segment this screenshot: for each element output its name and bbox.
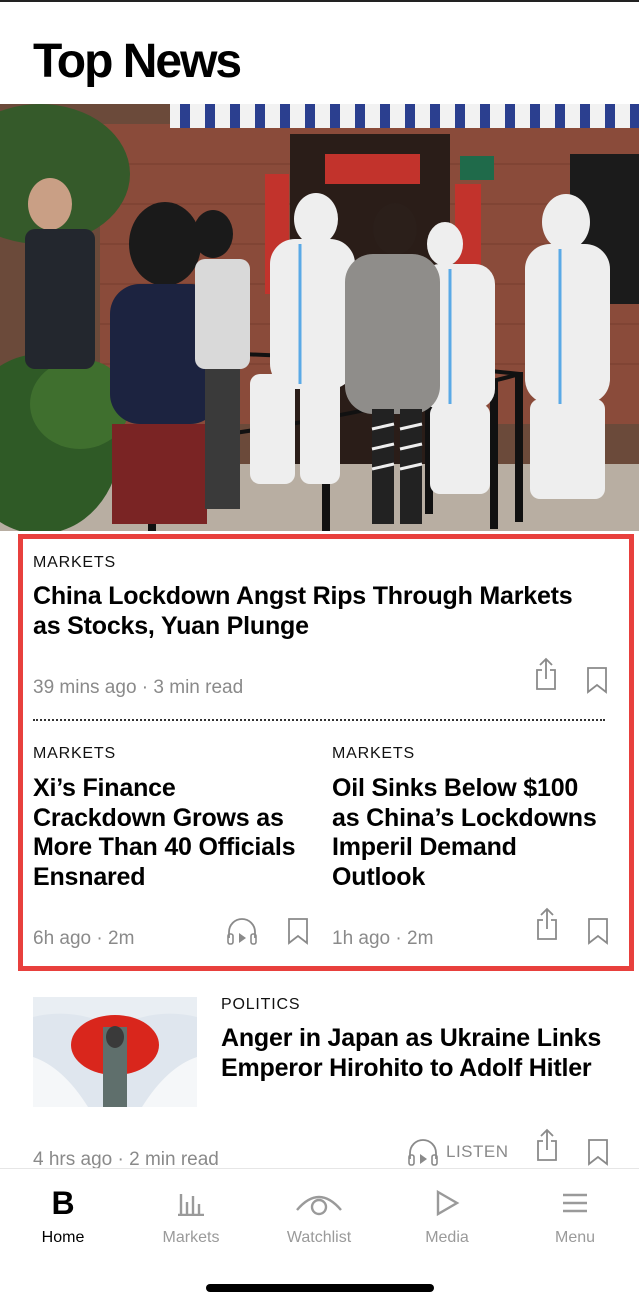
- listen-button[interactable]: LISTEN: [446, 1142, 509, 1162]
- share-icon[interactable]: [535, 1128, 559, 1162]
- tab-label: Media: [425, 1229, 469, 1246]
- share-icon[interactable]: [534, 657, 558, 691]
- bookmark-icon[interactable]: [586, 666, 608, 694]
- right-story-headline[interactable]: Oil Sinks Below $100 as China’s Lockdown…: [332, 774, 612, 892]
- bottom-tab-bar: B Home Markets Watchlist Media Menu: [0, 1168, 639, 1300]
- play-icon: [392, 1185, 502, 1221]
- share-icon[interactable]: [535, 907, 559, 941]
- tab-label: Home: [41, 1229, 85, 1246]
- tab-menu[interactable]: Menu: [520, 1185, 630, 1255]
- left-story-kicker[interactable]: MARKETS: [33, 745, 116, 763]
- right-story-kicker[interactable]: MARKETS: [332, 745, 415, 763]
- eye-icon: [264, 1185, 374, 1221]
- lead-story-kicker[interactable]: MARKETS: [33, 554, 116, 572]
- tab-label: Markets: [162, 1229, 220, 1246]
- left-story-meta: 6h ago · 2m: [33, 928, 135, 949]
- hero-photo[interactable]: [0, 104, 639, 531]
- bar-chart-icon: [136, 1185, 246, 1221]
- tab-watchlist[interactable]: Watchlist: [264, 1185, 374, 1255]
- hamburger-icon: [520, 1185, 630, 1221]
- tab-markets[interactable]: Markets: [136, 1185, 246, 1255]
- tab-media[interactable]: Media: [392, 1185, 502, 1255]
- lead-story-headline[interactable]: China Lockdown Angst Rips Through Market…: [33, 582, 593, 641]
- bookmark-icon[interactable]: [287, 917, 309, 945]
- listen-headphones-icon[interactable]: [226, 916, 258, 946]
- politics-story-headline[interactable]: Anger in Japan as Ukraine Links Emperor …: [221, 1024, 611, 1083]
- bookmark-icon[interactable]: [587, 1138, 609, 1166]
- lead-story-meta: 39 mins ago · 3 min read: [33, 677, 244, 698]
- tab-home[interactable]: B Home: [8, 1185, 118, 1255]
- listen-headphones-icon[interactable]: [407, 1137, 439, 1167]
- home-indicator[interactable]: [206, 1284, 434, 1292]
- bookmark-icon[interactable]: [587, 917, 609, 945]
- right-story-meta: 1h ago · 2m: [332, 928, 434, 949]
- politics-story-kicker[interactable]: POLITICS: [221, 996, 300, 1014]
- bloomberg-b-icon: B: [51, 1185, 75, 1221]
- left-story-headline[interactable]: Xi’s Finance Crackdown Grows as More Tha…: [33, 774, 313, 892]
- page-title: Top News: [33, 35, 242, 88]
- status-divider: [0, 0, 639, 2]
- story-divider: [33, 719, 605, 721]
- tab-label: Watchlist: [286, 1229, 352, 1246]
- story-thumbnail[interactable]: [33, 997, 197, 1107]
- tab-label: Menu: [554, 1229, 596, 1246]
